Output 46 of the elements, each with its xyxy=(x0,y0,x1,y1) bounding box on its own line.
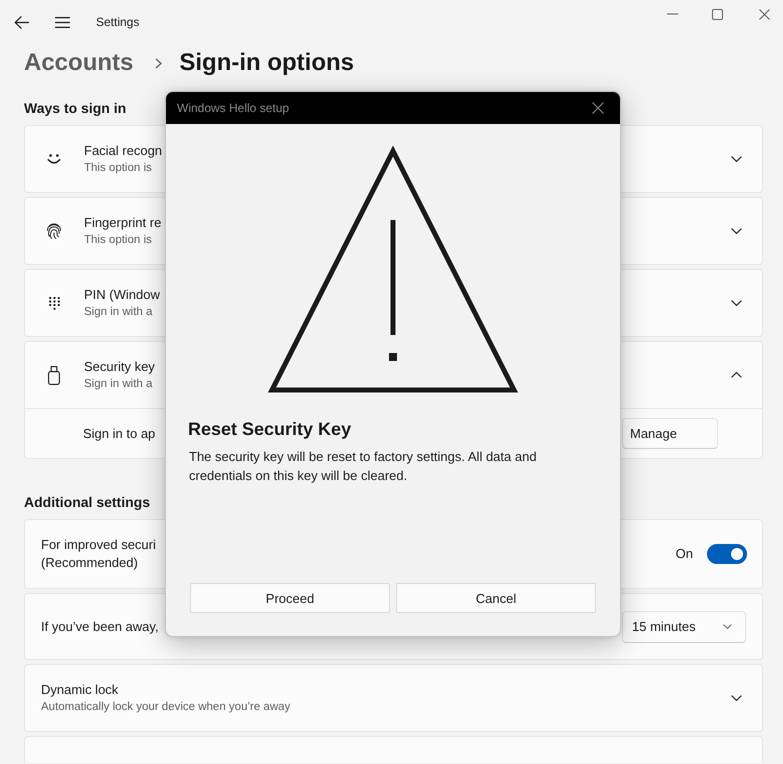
cancel-button[interactable]: Cancel xyxy=(396,583,596,613)
option-label: Sign in to ap xyxy=(83,424,156,442)
option-description: This option is xyxy=(84,161,152,176)
back-icon[interactable] xyxy=(14,16,29,28)
section-heading: Additional settings xyxy=(24,493,150,512)
close-icon[interactable] xyxy=(759,8,770,20)
close-icon[interactable] xyxy=(592,102,604,114)
option-description: Sign in with a xyxy=(84,305,152,320)
duration-dropdown[interactable]: 15 minutes xyxy=(622,610,746,642)
chevron-down-icon[interactable] xyxy=(731,695,742,701)
option-description: This option is xyxy=(84,233,152,248)
manage-button[interactable]: Manage xyxy=(622,418,718,449)
smiley-face-icon xyxy=(47,154,61,164)
chevron-up-icon[interactable] xyxy=(731,372,742,378)
option-title: Fingerprint re xyxy=(84,214,162,232)
settings-card[interactable]: Dynamic lock Automatically lock your device when you’re away xyxy=(24,664,763,732)
option-title: Security key xyxy=(84,358,155,376)
setting-label: (Recommended) xyxy=(41,554,138,572)
menu-icon[interactable] xyxy=(55,16,70,28)
dialog-message: The security key will be reset to factory settings. All data and credentials on this key will be cleared. xyxy=(188,448,538,485)
breadcrumb-link[interactable]: Accounts xyxy=(24,44,134,82)
window-title: Settings xyxy=(96,14,140,30)
page-title: Sign-in options xyxy=(179,48,354,78)
chevron-down-icon xyxy=(723,624,732,629)
setting-label: If you’ve been away, xyxy=(41,618,159,636)
maximize-icon[interactable] xyxy=(712,8,723,20)
breadcrumb-chevron-icon xyxy=(155,58,162,68)
usb-key-icon xyxy=(48,366,60,384)
proceed-button[interactable]: Proceed xyxy=(190,583,390,613)
fingerprint-icon xyxy=(46,222,62,240)
option-title: PIN (Window xyxy=(84,286,160,304)
option-title: Facial recogn xyxy=(84,142,162,160)
keypad-icon xyxy=(48,296,60,310)
setting-label: For improved securi xyxy=(41,536,156,554)
minimize-icon[interactable] xyxy=(667,13,678,15)
option-title: Dynamic lock xyxy=(41,681,118,699)
chevron-down-icon[interactable] xyxy=(731,228,742,234)
chevron-down-icon[interactable] xyxy=(731,300,742,306)
option-description: Sign in with a xyxy=(84,377,152,392)
dialog-heading: Reset Security Key xyxy=(188,418,352,440)
toggle-state-label: On xyxy=(676,545,693,563)
option-description: Automatically lock your device when you’re away xyxy=(41,700,290,715)
dialog-title: Windows Hello setup xyxy=(177,100,290,116)
toggle-switch[interactable] xyxy=(707,544,747,564)
section-heading: Ways to sign in xyxy=(24,99,126,118)
chevron-down-icon[interactable] xyxy=(731,156,742,162)
